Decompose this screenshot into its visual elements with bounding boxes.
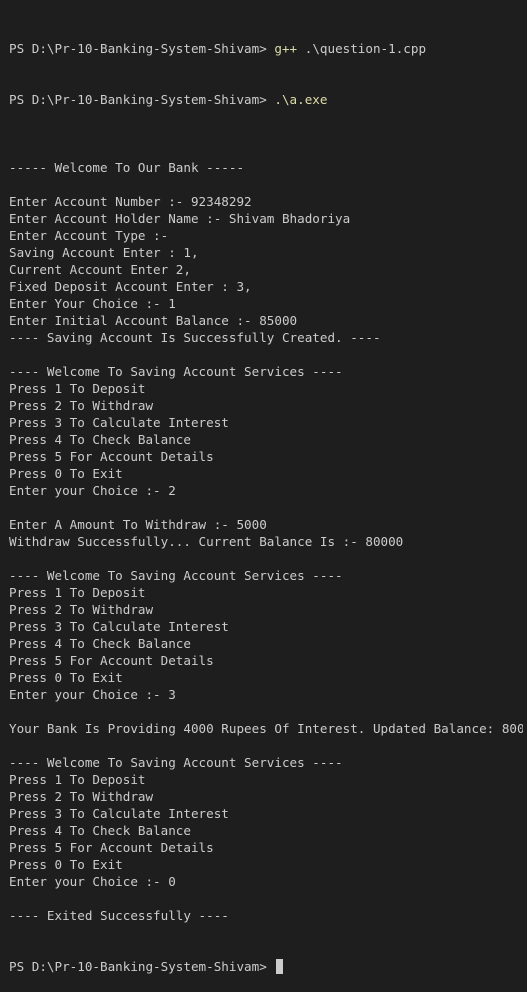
output-line: Press 4 To Check Balance <box>9 636 191 651</box>
output-line: Press 1 To Deposit <box>9 381 146 396</box>
output-line: Press 0 To Exit <box>9 857 123 872</box>
output-line: Press 4 To Check Balance <box>9 823 191 838</box>
prompt: PS D:\Pr-10-Banking-System-Shivam> <box>9 959 267 974</box>
output-line: ---- Welcome To Saving Account Services … <box>9 364 343 379</box>
prompt: PS D:\Pr-10-Banking-System-Shivam> <box>9 92 267 107</box>
text-cursor <box>276 959 284 974</box>
output-line: Press 2 To Withdraw <box>9 398 154 413</box>
output-line: ---- Exited Successfully ---- <box>9 908 229 923</box>
output-line: ---- Saving Account Is Successfully Crea… <box>9 330 381 345</box>
command-program: g++ <box>274 41 298 56</box>
output-line: Press 0 To Exit <box>9 466 123 481</box>
output-line: Enter A Amount To Withdraw :- 5000 <box>9 517 267 532</box>
command-line: PS D:\Pr-10-Banking-System-Shivam> g++ .… <box>9 40 523 57</box>
output-line: ---- Welcome To Saving Account Services … <box>9 755 343 770</box>
output-line: ---- Welcome To Saving Account Services … <box>9 568 343 583</box>
output-line: Press 5 For Account Details <box>9 840 214 855</box>
output-line: Enter Account Type :- <box>9 228 169 243</box>
command-line: PS D:\Pr-10-Banking-System-Shivam> .\a.e… <box>9 91 523 108</box>
output-line: Press 5 For Account Details <box>9 449 214 464</box>
output-line: ----- Welcome To Our Bank ----- <box>9 160 245 175</box>
active-prompt-line[interactable]: PS D:\Pr-10-Banking-System-Shivam> <box>9 958 523 975</box>
output-line: Press 0 To Exit <box>9 670 123 685</box>
output-line: Press 2 To Withdraw <box>9 602 154 617</box>
command-args: .\question-1.cpp <box>304 41 427 56</box>
output-line: Press 2 To Withdraw <box>9 789 154 804</box>
output-line: Press 4 To Check Balance <box>9 432 191 447</box>
output-line: Press 3 To Calculate Interest <box>9 415 229 430</box>
output-line: Press 1 To Deposit <box>9 772 146 787</box>
output-line: Press 3 To Calculate Interest <box>9 619 229 634</box>
output-line: Current Account Enter 2, <box>9 262 191 277</box>
output-line: Enter Account Holder Name :- Shivam Bhad… <box>9 211 351 226</box>
output-line: Enter your Choice :- 2 <box>9 483 176 498</box>
output-line: Enter your Choice :- 3 <box>9 687 176 702</box>
output-line: Enter Your Choice :- 1 <box>9 296 176 311</box>
output-line: Press 5 For Account Details <box>9 653 214 668</box>
terminal-panel[interactable]: PS D:\Pr-10-Banking-System-Shivam> g++ .… <box>9 6 523 992</box>
output-line: Enter your Choice :- 0 <box>9 874 176 889</box>
prompt: PS D:\Pr-10-Banking-System-Shivam> <box>9 41 267 56</box>
output-line: Enter Initial Account Balance :- 85000 <box>9 313 298 328</box>
output-line: Enter Account Number :- 92348292 <box>9 194 252 209</box>
terminal-output: ----- Welcome To Our Bank ----- Enter Acc… <box>9 142 523 924</box>
command-program: .\a.exe <box>274 92 328 107</box>
output-line: Saving Account Enter : 1, <box>9 245 199 260</box>
output-line: Press 1 To Deposit <box>9 585 146 600</box>
output-line: Fixed Deposit Account Enter : 3, <box>9 279 252 294</box>
output-line: Press 3 To Calculate Interest <box>9 806 229 821</box>
output-line: Your Bank Is Providing 4000 Rupees Of In… <box>9 721 523 736</box>
output-line: Withdraw Successfully... Current Balance… <box>9 534 404 549</box>
